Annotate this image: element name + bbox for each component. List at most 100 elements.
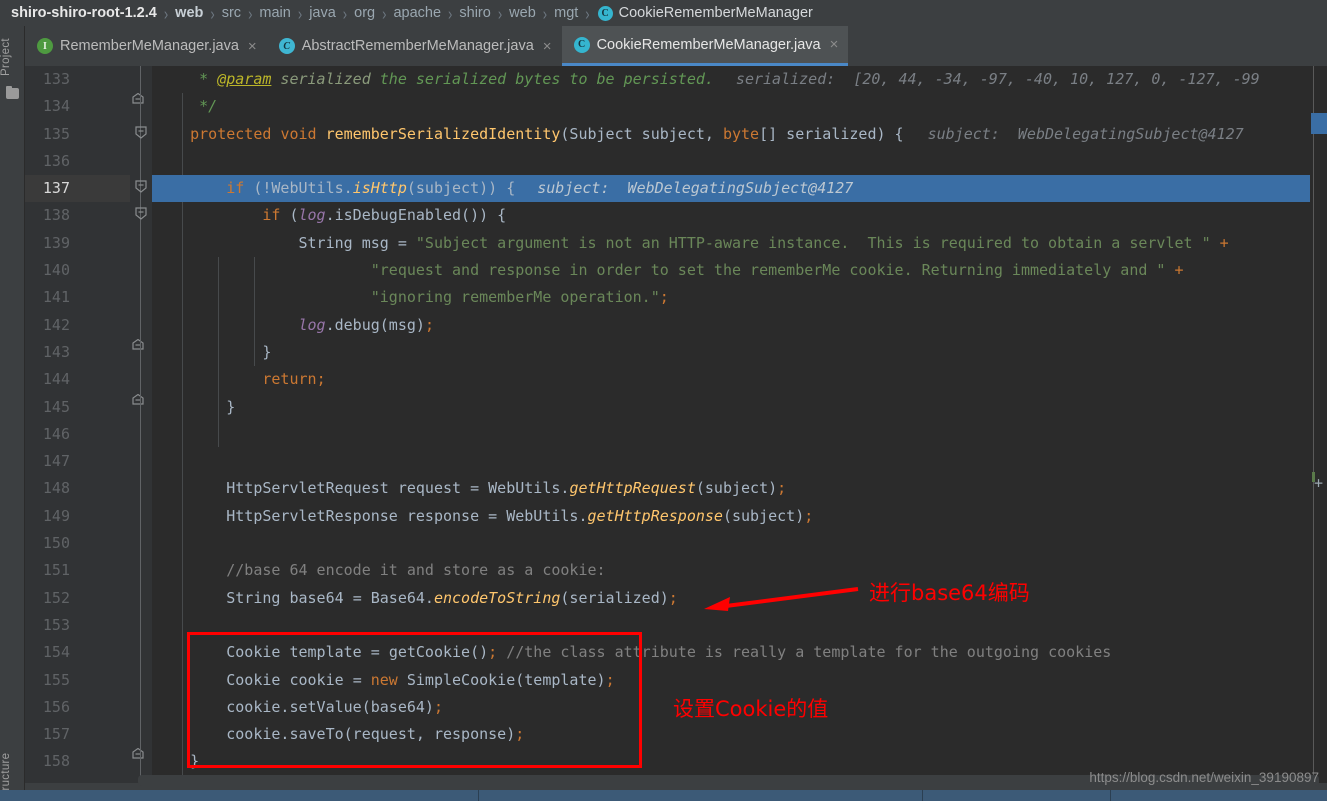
method-gethttprequest: getHttpRequest <box>569 479 696 498</box>
fold-line[interactable] <box>130 393 152 421</box>
code-text-area[interactable]: * @param serialized the serialized bytes… <box>152 66 1310 783</box>
breadcrumb-item-current-class[interactable]: CookieRememberMeManager <box>619 5 813 21</box>
breadcrumb-item-java[interactable]: java <box>308 5 337 21</box>
class-icon: C <box>597 5 613 21</box>
tab-label: CookieRememberMeManager.java <box>596 36 821 53</box>
javadoc-param: serialized <box>271 70 371 88</box>
breadcrumb-item-main[interactable]: main <box>258 5 291 21</box>
fold-line[interactable] <box>130 748 152 776</box>
class-webutils: WebUtils. <box>488 479 570 498</box>
breadcrumb-item-shiro[interactable]: shiro <box>458 5 491 21</box>
scrollbar-current-line-marker[interactable] <box>1311 113 1327 134</box>
breadcrumb-item-web2[interactable]: web <box>508 5 537 21</box>
assign-op: = <box>397 233 416 252</box>
debug-call: .debug(msg) <box>325 315 425 334</box>
fold-line[interactable] <box>130 175 152 203</box>
concat-op: + <box>1210 233 1229 252</box>
fold-line[interactable] <box>130 93 152 121</box>
fold-line[interactable] <box>130 120 152 148</box>
call-args: (subject) <box>695 479 778 498</box>
fold-line <box>130 639 152 667</box>
fold-line <box>130 530 152 558</box>
code-line-134: */ <box>152 93 1310 120</box>
code-line-143: } <box>152 339 1310 366</box>
semicolon: ; <box>515 725 525 744</box>
class-icon: C <box>573 36 590 53</box>
code-editor[interactable]: 133 134 135 136 137 138 139 140 141 142 … <box>25 66 1327 783</box>
line-number: 159 <box>25 776 130 783</box>
fold-line <box>130 420 152 449</box>
tab-abstractremembermemanager[interactable]: C AbstractRememberMeManager.java × <box>266 26 562 66</box>
breadcrumb-item-web[interactable]: web <box>174 5 204 21</box>
line-number: 141 <box>42 288 70 307</box>
keyword-new: new <box>370 670 398 689</box>
fold-line <box>130 311 152 339</box>
left-tool-strip: Project Structure <box>0 26 25 801</box>
condition-rest: .isDebugEnabled()) { <box>325 206 507 225</box>
javadoc-tag[interactable]: @param <box>217 70 271 88</box>
inlay-hint: subject: WebDelegatingSubject@4127 <box>927 124 1244 143</box>
assign-op: = <box>352 670 371 689</box>
method-gethttpresponse: getHttpResponse <box>587 506 723 525</box>
concat-op: + <box>1165 261 1184 280</box>
abstract-class-icon: C <box>278 38 295 54</box>
line-number-gutter[interactable]: 133 134 135 136 137 138 139 140 141 142 … <box>25 66 130 783</box>
fold-expand-icon[interactable]: + <box>1314 474 1323 492</box>
breadcrumb-separator: › <box>210 2 215 24</box>
fold-end-icon[interactable] <box>130 748 152 765</box>
tab-remembermemanager[interactable]: I RememberMeManager.java × <box>25 26 267 66</box>
close-brace: } <box>262 342 272 361</box>
breadcrumb-item-src[interactable]: src <box>221 5 242 21</box>
line-number: 143 <box>42 342 70 361</box>
assign-op: = <box>470 479 489 498</box>
line-number: 144 <box>42 370 70 389</box>
javadoc-text: the serialized bytes to be persisted. <box>370 70 714 88</box>
breadcrumb-item-apache[interactable]: apache <box>392 5 442 21</box>
code-line-141: "ignoring rememberMe operation."; <box>152 284 1310 311</box>
fold-start-icon[interactable] <box>133 207 149 225</box>
code-line-157: cookie.saveTo(request, response); <box>152 721 1310 748</box>
code-line-142: log.debug(msg); <box>152 312 1310 339</box>
tab-cookieremembermemanager[interactable]: C CookieRememberMeManager.java × <box>561 26 849 66</box>
fold-start-icon[interactable] <box>133 180 149 198</box>
close-icon[interactable]: × <box>830 37 839 52</box>
folder-icon[interactable] <box>6 85 19 99</box>
line-number: 153 <box>42 615 70 634</box>
fold-end-icon[interactable] <box>130 393 152 411</box>
line-number: 151 <box>42 561 70 580</box>
method-args-a: (Subject subject, <box>560 124 723 143</box>
fold-end-icon[interactable] <box>130 93 152 110</box>
sidebar-item-project[interactable]: Project <box>0 30 25 84</box>
breadcrumb-item-org[interactable]: org <box>353 5 376 21</box>
fold-end-icon[interactable] <box>130 338 152 356</box>
constructor-simplecookie: SimpleCookie(template) <box>397 670 606 689</box>
keyword-return: return <box>262 370 317 389</box>
assign-op: = <box>488 506 507 525</box>
tab-label: RememberMeManager.java <box>60 38 239 54</box>
type-httpservletrequest: HttpServletRequest <box>226 479 389 498</box>
code-folding-column[interactable] <box>130 66 152 783</box>
breadcrumb-item-mgt[interactable]: mgt <box>553 5 579 21</box>
call-args: (subject) <box>722 506 805 525</box>
fold-start-icon[interactable] <box>133 125 149 144</box>
semicolon: ; <box>316 370 326 389</box>
close-icon[interactable]: × <box>543 39 552 54</box>
fold-line[interactable] <box>130 338 152 367</box>
code-line-154: Cookie template = getCookie(); //the cla… <box>152 639 1310 666</box>
code-line-155: Cookie cookie = new SimpleCookie(templat… <box>152 667 1310 694</box>
fold-line <box>130 666 152 694</box>
keyword-if: if <box>262 206 281 225</box>
semicolon: ; <box>659 288 669 307</box>
line-number: 147 <box>42 452 70 471</box>
line-number: 145 <box>42 397 70 416</box>
line-number: 146 <box>42 424 70 443</box>
keyword-void: void <box>280 124 317 143</box>
breadcrumb-item-project[interactable]: shiro-shiro-root-1.2.4 <box>10 5 158 21</box>
type-httpservletresponse: HttpServletResponse <box>226 506 398 525</box>
breadcrumb-separator: › <box>542 2 548 24</box>
close-icon[interactable]: × <box>248 39 257 54</box>
fold-line[interactable] <box>130 202 152 230</box>
